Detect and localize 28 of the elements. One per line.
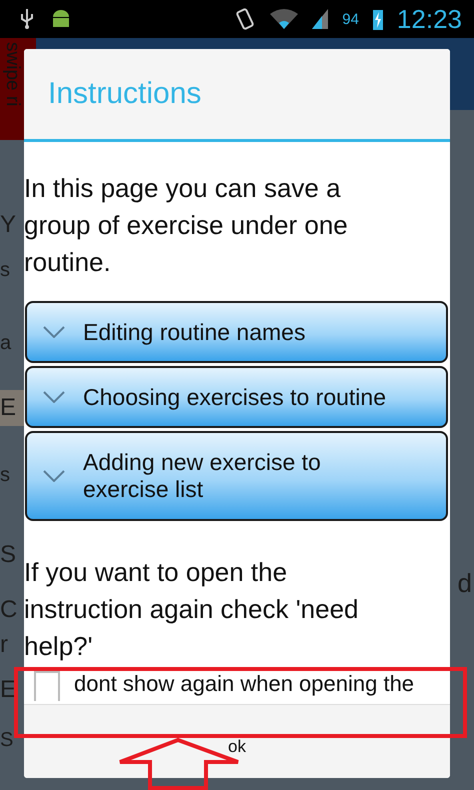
wifi-icon [270, 9, 298, 29]
background-text: S [0, 543, 16, 567]
background-text: Y [0, 213, 16, 237]
vibrate-icon [234, 7, 256, 31]
background-text: E [0, 396, 16, 420]
usb-icon [18, 8, 36, 30]
background-text: r [0, 633, 8, 657]
signal-icon [312, 9, 328, 29]
chevron-down-icon [43, 391, 65, 403]
accordion-section[interactable]: Editing routine names [25, 301, 448, 363]
battery-level: 94 [342, 10, 359, 28]
background-text: E [0, 678, 16, 702]
clock: 12:23 [396, 4, 462, 34]
chevron-down-icon [43, 326, 65, 338]
accordion-section[interactable]: Adding new exercise to exercise list [25, 431, 448, 521]
background-text: s [0, 465, 10, 485]
help-text: If you want to open the instruction again check 'need help?' [24, 556, 360, 663]
background-text: S [0, 730, 14, 750]
accordion-section[interactable]: Choosing exercises to routine [25, 366, 448, 428]
intro-text: In this page you can save a group of exercise under one routine. [24, 172, 349, 279]
background-text: s [0, 260, 10, 280]
background-text: d [458, 568, 472, 599]
background-text: a [0, 332, 12, 352]
chevron-down-icon [43, 470, 65, 482]
dialog-title: Instructions [48, 77, 202, 111]
checkbox-label: dont show again when opening the [74, 671, 414, 697]
background-text: C [0, 598, 18, 622]
battery-charging-icon [372, 8, 383, 30]
